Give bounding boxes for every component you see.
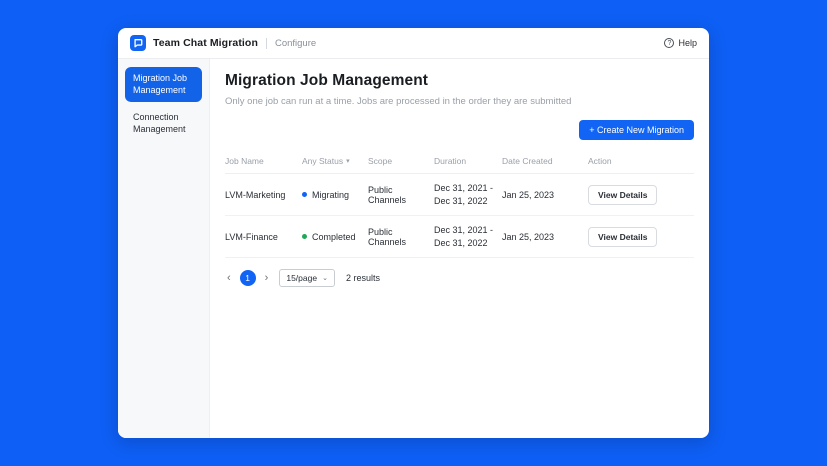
table-row: LVM-Marketing Migrating Public Channels … [225,174,694,216]
caret-down-icon: ⌄ [322,274,328,282]
column-header-job-name: Job Name [225,156,302,166]
chat-bubble-icon [133,38,143,48]
status-label: Migrating [312,190,349,200]
previous-page-button[interactable]: ‹ [225,273,233,284]
nav-configure[interactable]: Configure [275,38,316,49]
column-header-date-created: Date Created [502,156,588,166]
status-filter-label: Any Status [302,156,343,166]
date-created-cell: Jan 25, 2023 [502,232,588,242]
top-bar: Team Chat Migration Configure ? Help [118,28,709,59]
app-logo [130,35,146,51]
job-name-cell: LVM-Finance [225,232,302,242]
column-header-scope: Scope [368,156,434,166]
scope-cell: Public Channels [368,185,434,205]
job-name-cell: LVM-Marketing [225,190,302,200]
status-cell: Completed [302,232,368,242]
date-created-cell: Jan 25, 2023 [502,190,588,200]
main-content: Migration Job Management Only one job ca… [210,59,709,438]
table-row: LVM-Finance Completed Public Channels De… [225,216,694,258]
question-circle-icon: ? [664,38,674,48]
page-size-label: 15/page [286,273,317,283]
results-count: 2 results [346,273,380,283]
status-cell: Migrating [302,190,368,200]
column-header-action: Action [588,156,694,166]
duration-cell: Dec 31, 2021 - Dec 31, 2022 [434,224,502,249]
status-dot-icon [302,234,307,239]
view-details-button[interactable]: View Details [588,185,657,205]
help-label: Help [678,38,697,48]
page-title: Migration Job Management [225,72,694,90]
page-size-select[interactable]: 15/page ⌄ [279,269,335,287]
page-number-button[interactable]: 1 [240,270,256,286]
help-button[interactable]: ? Help [664,38,697,48]
scope-cell: Public Channels [368,227,434,247]
jobs-table: Job Name Any Status ▾ Scope Duration Dat… [225,152,694,258]
sidebar-item-migration-job-management[interactable]: Migration Job Management [125,67,202,102]
sidebar: Migration Job Management Connection Mana… [118,59,210,438]
status-dot-icon [302,192,307,197]
column-header-duration: Duration [434,156,502,166]
next-page-button[interactable]: › [263,273,271,284]
topbar-divider [266,38,267,49]
view-details-button[interactable]: View Details [588,227,657,247]
pagination: ‹ 1 › 15/page ⌄ 2 results [225,269,694,287]
caret-down-icon: ▾ [346,157,350,165]
app-title: Team Chat Migration [153,37,258,49]
status-filter-dropdown[interactable]: Any Status ▾ [302,156,368,166]
table-header-row: Job Name Any Status ▾ Scope Duration Dat… [225,152,694,174]
duration-cell: Dec 31, 2021 - Dec 31, 2022 [434,182,502,207]
app-window: Team Chat Migration Configure ? Help Mig… [118,28,709,438]
page-description: Only one job can run at a time. Jobs are… [225,96,694,107]
status-label: Completed [312,232,356,242]
create-new-migration-button[interactable]: + Create New Migration [579,120,694,140]
sidebar-item-connection-management[interactable]: Connection Management [125,106,202,141]
